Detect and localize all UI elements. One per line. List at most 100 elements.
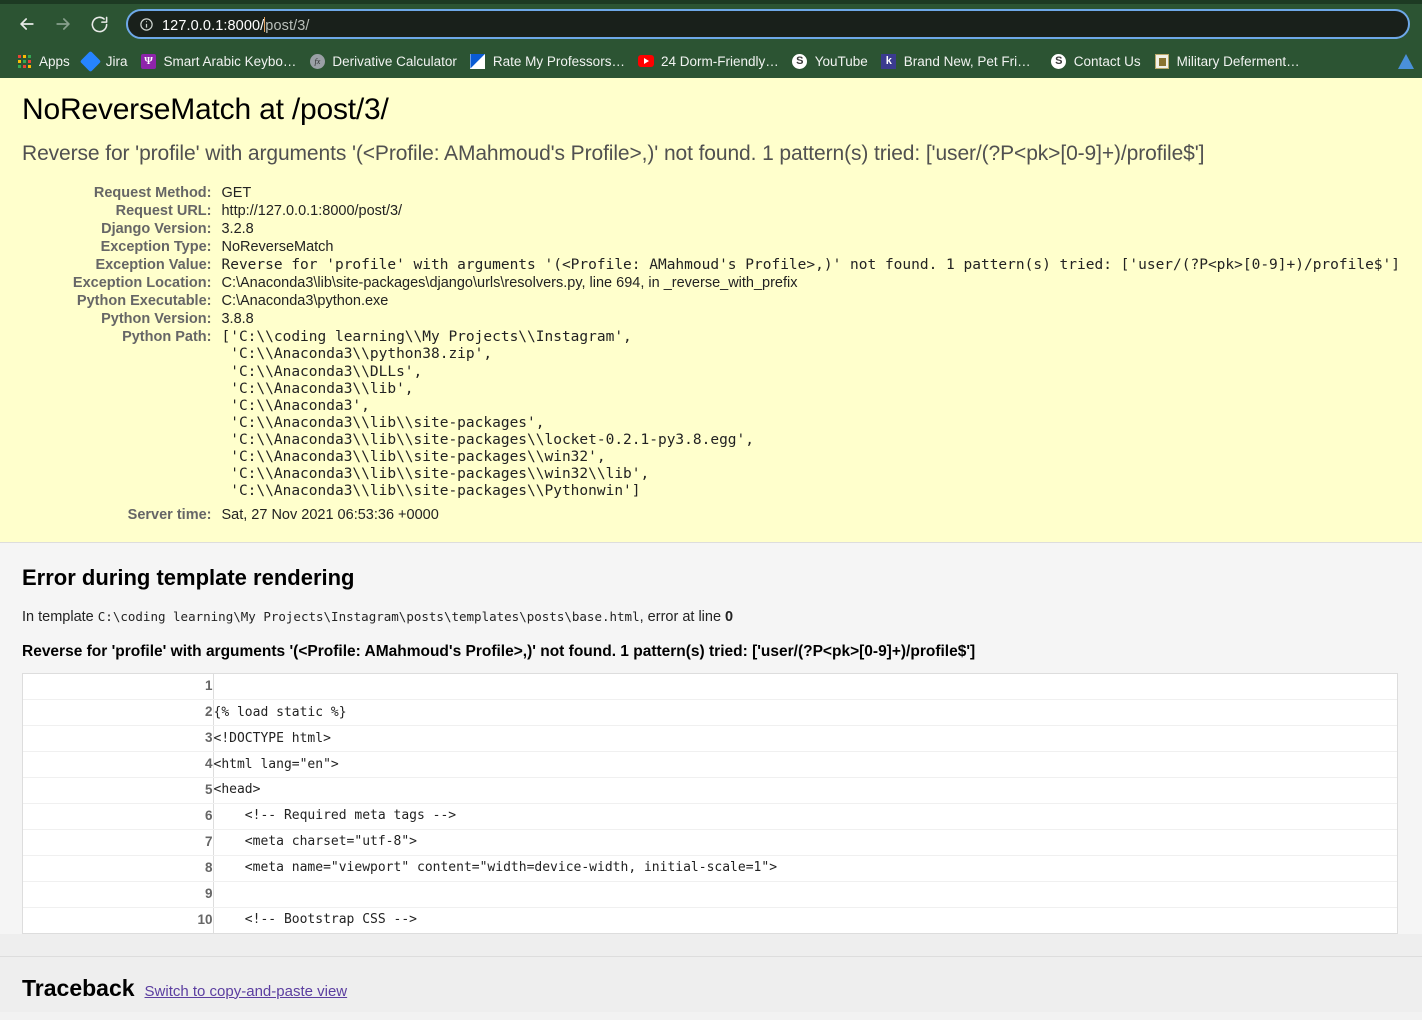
row-label: Python Path: bbox=[122, 329, 212, 346]
table-row: Python Executable: C:\Anaconda3\python.e… bbox=[22, 292, 1400, 310]
line-number: 3 bbox=[23, 725, 214, 753]
code-line: 5 <head> bbox=[23, 777, 1397, 805]
browser-chrome: 127.0.0.1:8000/post/3/ Apps Jira Ψ Smart… bbox=[0, 0, 1422, 78]
table-row: Server time: Sat, 27 Nov 2021 06:53:36 +… bbox=[22, 501, 1400, 524]
line-code: <head> bbox=[213, 777, 1397, 805]
row-label: Exception Value: bbox=[95, 256, 212, 273]
code-line: 1 bbox=[23, 674, 1397, 701]
bookmark-label: 24 Dorm-Friendly… bbox=[660, 53, 779, 69]
bookmark-label: Derivative Calculator bbox=[332, 53, 457, 69]
address-bar[interactable]: 127.0.0.1:8000/post/3/ bbox=[126, 9, 1410, 39]
python-path-value: ['C:\\coding learning\\My Projects\\Inst… bbox=[221, 329, 754, 500]
row-label: Server time: bbox=[127, 507, 212, 524]
line-number: 6 bbox=[23, 803, 214, 830]
line-number: 4 bbox=[23, 751, 214, 779]
traceback-section: Traceback Switch to copy-and-paste view … bbox=[0, 955, 1422, 1012]
bookmark-label: Jira bbox=[105, 53, 128, 69]
browser-toolbar: 127.0.0.1:8000/post/3/ bbox=[0, 4, 1422, 44]
row-value: 3.2.8 bbox=[221, 220, 254, 237]
row-label: Python Version: bbox=[101, 311, 212, 328]
row-value: Reverse for 'profile' with arguments '(<… bbox=[221, 256, 1400, 273]
bookmark-brand-new-pet-friendly[interactable]: k Brand New, Pet Frie… bbox=[877, 48, 1047, 74]
address-bar-text: 127.0.0.1:8000/post/3/ bbox=[162, 15, 310, 34]
code-line: 10 <!-- Bootstrap CSS --> bbox=[23, 907, 1397, 933]
page-title: NoReverseMatch at /post/3/ bbox=[22, 93, 389, 126]
bookmark-military-deferment[interactable]: Military Deferment… bbox=[1150, 48, 1309, 74]
row-value: GET bbox=[221, 184, 252, 201]
table-row: Exception Type: NoReverseMatch bbox=[22, 238, 1400, 256]
code-line: 8 <meta name="viewport" content="width=d… bbox=[23, 855, 1397, 882]
info-circle-icon[interactable] bbox=[136, 14, 156, 34]
section-heading: Traceback Switch to copy-and-paste view bbox=[22, 975, 1400, 1002]
bookmark-label: Contact Us bbox=[1073, 53, 1141, 69]
bookmark-jira[interactable]: Jira bbox=[79, 48, 137, 74]
reload-icon[interactable] bbox=[82, 8, 116, 40]
bookmark-contact-us[interactable]: S Contact Us bbox=[1047, 48, 1150, 74]
table-row: Request URL: http://127.0.0.1:8000/post/… bbox=[22, 202, 1400, 220]
line-code: <!-- Required meta tags --> bbox=[213, 803, 1397, 830]
bookmark-derivative-calculator[interactable]: fx Derivative Calculator bbox=[305, 48, 466, 74]
row-value: C:\Anaconda3\lib\site-packages\django\ur… bbox=[221, 275, 798, 292]
crest-icon bbox=[1154, 53, 1170, 69]
youtube-icon bbox=[637, 53, 654, 69]
bookmark-smart-arabic-keyboard[interactable]: Ψ Smart Arabic Keybo… bbox=[137, 48, 306, 74]
traceback-title: Traceback bbox=[22, 974, 135, 1001]
row-value: Sat, 27 Nov 2021 06:53:36 +0000 bbox=[221, 507, 439, 524]
exception-subtitle: Reverse for 'profile' with arguments '(<… bbox=[22, 142, 1205, 166]
bookmark-label: Apps bbox=[39, 53, 70, 69]
line-number: 8 bbox=[23, 855, 214, 882]
bookmark-label: Military Deferment… bbox=[1176, 53, 1300, 69]
request-info-table: Request Method: GET Request URL: http://… bbox=[22, 184, 1400, 525]
table-row: Exception Value: Reverse for 'profile' w… bbox=[22, 256, 1400, 275]
row-label: Exception Type: bbox=[100, 238, 212, 255]
template-code-listing: 1 2 {% load static %} 3 <!DOCTYPE html> … bbox=[22, 673, 1398, 934]
row-label: Django Version: bbox=[101, 220, 212, 237]
globe-icon: S bbox=[1051, 53, 1067, 69]
error-at-line-prefix: , error at line bbox=[639, 609, 726, 626]
template-path: C:\coding learning\My Projects\Instagram… bbox=[97, 609, 640, 625]
line-code: <meta name="viewport" content="width=dev… bbox=[213, 855, 1397, 882]
row-label: Python Executable: bbox=[76, 293, 212, 310]
row-value: C:\Anaconda3\python.exe bbox=[221, 293, 389, 310]
ratemyprofessors-icon bbox=[470, 53, 486, 69]
kayak-icon: k bbox=[881, 53, 897, 69]
line-code: <!DOCTYPE html> bbox=[213, 725, 1397, 753]
switch-to-copy-paste-link[interactable]: Switch to copy-and-paste view bbox=[145, 983, 348, 1000]
row-value: 3.8.8 bbox=[221, 311, 254, 328]
bookmark-rate-my-professors[interactable]: Rate My Professors… bbox=[466, 48, 634, 74]
bookmark-dorm-friendly[interactable]: 24 Dorm-Friendly… bbox=[634, 48, 788, 74]
bookmark-label: Rate My Professors… bbox=[492, 53, 625, 69]
url-host: 127.0.0.1:8000/ bbox=[162, 17, 265, 34]
forward-arrow-icon[interactable] bbox=[46, 8, 80, 40]
line-number: 1 bbox=[23, 674, 214, 701]
bookmark-youtube[interactable]: S YouTube bbox=[788, 48, 877, 74]
line-number: 7 bbox=[23, 829, 214, 856]
line-number: 10 bbox=[23, 907, 214, 933]
line-code: <html lang="en"> bbox=[213, 751, 1397, 779]
code-line: 2 {% load static %} bbox=[23, 699, 1397, 727]
table-row: Django Version: 3.2.8 bbox=[22, 220, 1400, 238]
line-number: 5 bbox=[23, 777, 214, 805]
line-code bbox=[213, 674, 1397, 701]
line-code: <meta charset="utf-8"> bbox=[213, 829, 1397, 856]
line-code bbox=[213, 881, 1397, 908]
row-label: Request Method: bbox=[93, 184, 212, 201]
keyboard-icon: Ψ bbox=[141, 53, 157, 69]
apps-grid-icon bbox=[16, 53, 32, 69]
bookmark-apps[interactable]: Apps bbox=[12, 48, 79, 74]
row-label: Request URL: bbox=[115, 202, 212, 219]
text-cursor bbox=[264, 16, 266, 32]
code-line: 6 <!-- Required meta tags --> bbox=[23, 803, 1397, 830]
bookmark-label: YouTube bbox=[814, 53, 868, 69]
template-error-section: Error during template rendering In templ… bbox=[0, 543, 1422, 934]
drive-icon[interactable] bbox=[1398, 53, 1420, 69]
row-label: Exception Location: bbox=[72, 275, 212, 292]
line-code: <!-- Bootstrap CSS --> bbox=[213, 912, 417, 928]
row-value: NoReverseMatch bbox=[221, 238, 334, 255]
section-heading: Error during template rendering bbox=[22, 565, 355, 591]
bookmark-label: Brand New, Pet Frie… bbox=[903, 53, 1038, 69]
url-path: post/3/ bbox=[265, 17, 310, 34]
code-line: 3 <!DOCTYPE html> bbox=[23, 725, 1397, 753]
back-arrow-icon[interactable] bbox=[10, 8, 44, 40]
line-code: {% load static %} bbox=[213, 699, 1397, 727]
